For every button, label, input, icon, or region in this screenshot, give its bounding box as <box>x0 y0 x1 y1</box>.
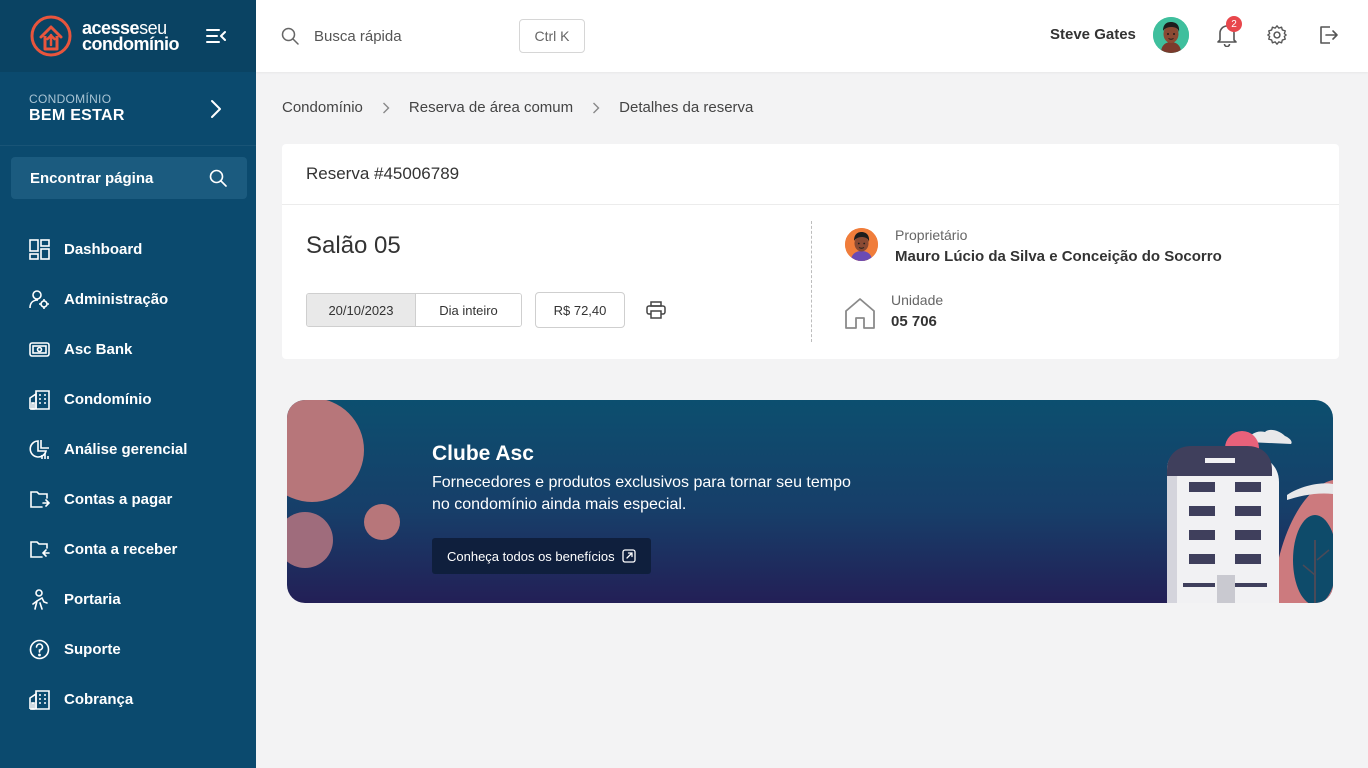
sidebar-item-label: Cobrança <box>64 690 134 708</box>
breadcrumb-item[interactable]: Condomínio <box>282 99 363 116</box>
sidebar-item-label: Dashboard <box>64 240 143 258</box>
notification-badge: 2 <box>1226 16 1242 32</box>
analytics-icon <box>29 439 49 459</box>
sidebar-item-analise-gerencial[interactable]: Análise gerencial <box>0 424 256 474</box>
house-icon <box>845 298 875 329</box>
chevron-right-icon <box>211 100 221 118</box>
find-page-label: Encontrar página <box>30 169 154 187</box>
reservation-period: Dia inteiro <box>416 294 521 326</box>
area-name: Salão 05 <box>306 232 401 259</box>
user-name[interactable]: Steve Gates <box>1050 26 1136 43</box>
sidebar-item-cobranca[interactable]: Cobrança <box>0 674 256 724</box>
owner-caption: Proprietário <box>895 227 968 243</box>
sidebar-item-dashboard[interactable]: Dashboard <box>0 224 256 274</box>
find-page-search[interactable]: Encontrar página <box>11 157 247 199</box>
sidebar-item-administracao[interactable]: Administração <box>0 274 256 324</box>
unit-value: 05 706 <box>891 313 937 330</box>
sidebar-item-label: Análise gerencial <box>64 440 188 458</box>
sidebar-nav: Dashboard Administração Asc Bank Condomí… <box>0 224 256 724</box>
sidebar-item-condominio[interactable]: Condomínio <box>0 374 256 424</box>
sidebar-item-label: Conta a receber <box>64 540 178 558</box>
banner-title: Clube Asc <box>432 442 534 465</box>
logo-bar: acesseseu condomínio <box>0 0 256 72</box>
reservation-card: Reserva #45006789 Salão 05 20/10/2023 Di… <box>282 144 1339 359</box>
external-link-icon <box>622 549 636 563</box>
breadcrumb: Condomínio Reserva de área comum Detalhe… <box>282 99 753 116</box>
sidebar-item-label: Asc Bank <box>64 340 133 358</box>
search-icon <box>281 27 299 45</box>
collapse-menu-icon[interactable] <box>206 27 226 45</box>
reservation-price: R$ 72,40 <box>535 292 625 328</box>
owner-avatar-illustration <box>845 228 878 261</box>
benefits-button-label: Conheça todos os benefícios <box>447 548 615 564</box>
reservation-title: Reserva #45006789 <box>282 144 1339 205</box>
owner-name: Mauro Lúcio da Silva e Conceição do Soco… <box>895 248 1222 265</box>
printer-icon[interactable] <box>646 301 666 319</box>
chevron-right-icon <box>593 102 600 113</box>
clube-asc-banner: Clube Asc Fornecedores e produtos exclus… <box>287 400 1333 603</box>
sidebar-item-label: Administração <box>64 290 169 308</box>
sidebar-item-label: Condomínio <box>64 390 152 408</box>
reservation-date: 20/10/2023 <box>307 294 416 326</box>
condo-caption: CONDOMÍNIO <box>29 92 112 106</box>
building-icon <box>29 689 50 710</box>
unit-caption: Unidade <box>891 292 944 308</box>
owner-avatar <box>845 228 878 261</box>
benefits-button[interactable]: Conheça todos os benefícios <box>432 538 651 574</box>
avatar-illustration <box>1153 17 1189 53</box>
shortcut-hint: Ctrl K <box>519 19 585 53</box>
quick-search-input[interactable] <box>314 26 504 46</box>
date-period-group: 20/10/2023 Dia inteiro <box>306 293 522 327</box>
bank-icon <box>29 341 50 357</box>
condo-selector[interactable]: CONDOMÍNIO BEM ESTAR <box>0 72 256 146</box>
help-icon <box>29 639 50 659</box>
sidebar: acesseseu condomínio CONDOMÍNIO BEM ESTA… <box>0 0 256 768</box>
avatar[interactable] <box>1153 17 1189 53</box>
sidebar-item-conta-a-receber[interactable]: Conta a receber <box>0 524 256 574</box>
sidebar-item-suporte[interactable]: Suporte <box>0 624 256 674</box>
logout-icon[interactable] <box>1317 24 1339 46</box>
sidebar-item-contas-a-pagar[interactable]: Contas a pagar <box>0 474 256 524</box>
chevron-right-icon <box>382 102 390 113</box>
logo-icon[interactable] <box>30 15 78 57</box>
logo-text: acesseseu condomínio <box>82 18 180 54</box>
dashboard-icon <box>29 238 50 260</box>
gatekeeper-icon <box>32 588 48 610</box>
search-icon <box>209 169 227 187</box>
sidebar-item-label: Contas a pagar <box>64 490 173 508</box>
banner-text: Fornecedores e produtos exclusivos para … <box>432 474 851 513</box>
gear-icon[interactable] <box>1266 24 1288 46</box>
folder-in-icon <box>30 540 50 558</box>
top-header: Ctrl K Steve Gates 2 <box>256 0 1368 72</box>
breadcrumb-item[interactable]: Reserva de área comum <box>409 99 573 116</box>
folder-out-icon <box>30 490 50 508</box>
breadcrumb-item-current: Detalhes da reserva <box>619 99 754 116</box>
sidebar-item-asc-bank[interactable]: Asc Bank <box>0 324 256 374</box>
vertical-divider <box>811 221 812 342</box>
building-icon <box>29 389 50 410</box>
admin-icon <box>29 289 49 309</box>
sidebar-item-portaria[interactable]: Portaria <box>0 574 256 624</box>
sidebar-item-label: Portaria <box>64 590 121 608</box>
sidebar-item-label: Suporte <box>64 640 121 658</box>
condo-name: BEM ESTAR <box>29 107 125 124</box>
